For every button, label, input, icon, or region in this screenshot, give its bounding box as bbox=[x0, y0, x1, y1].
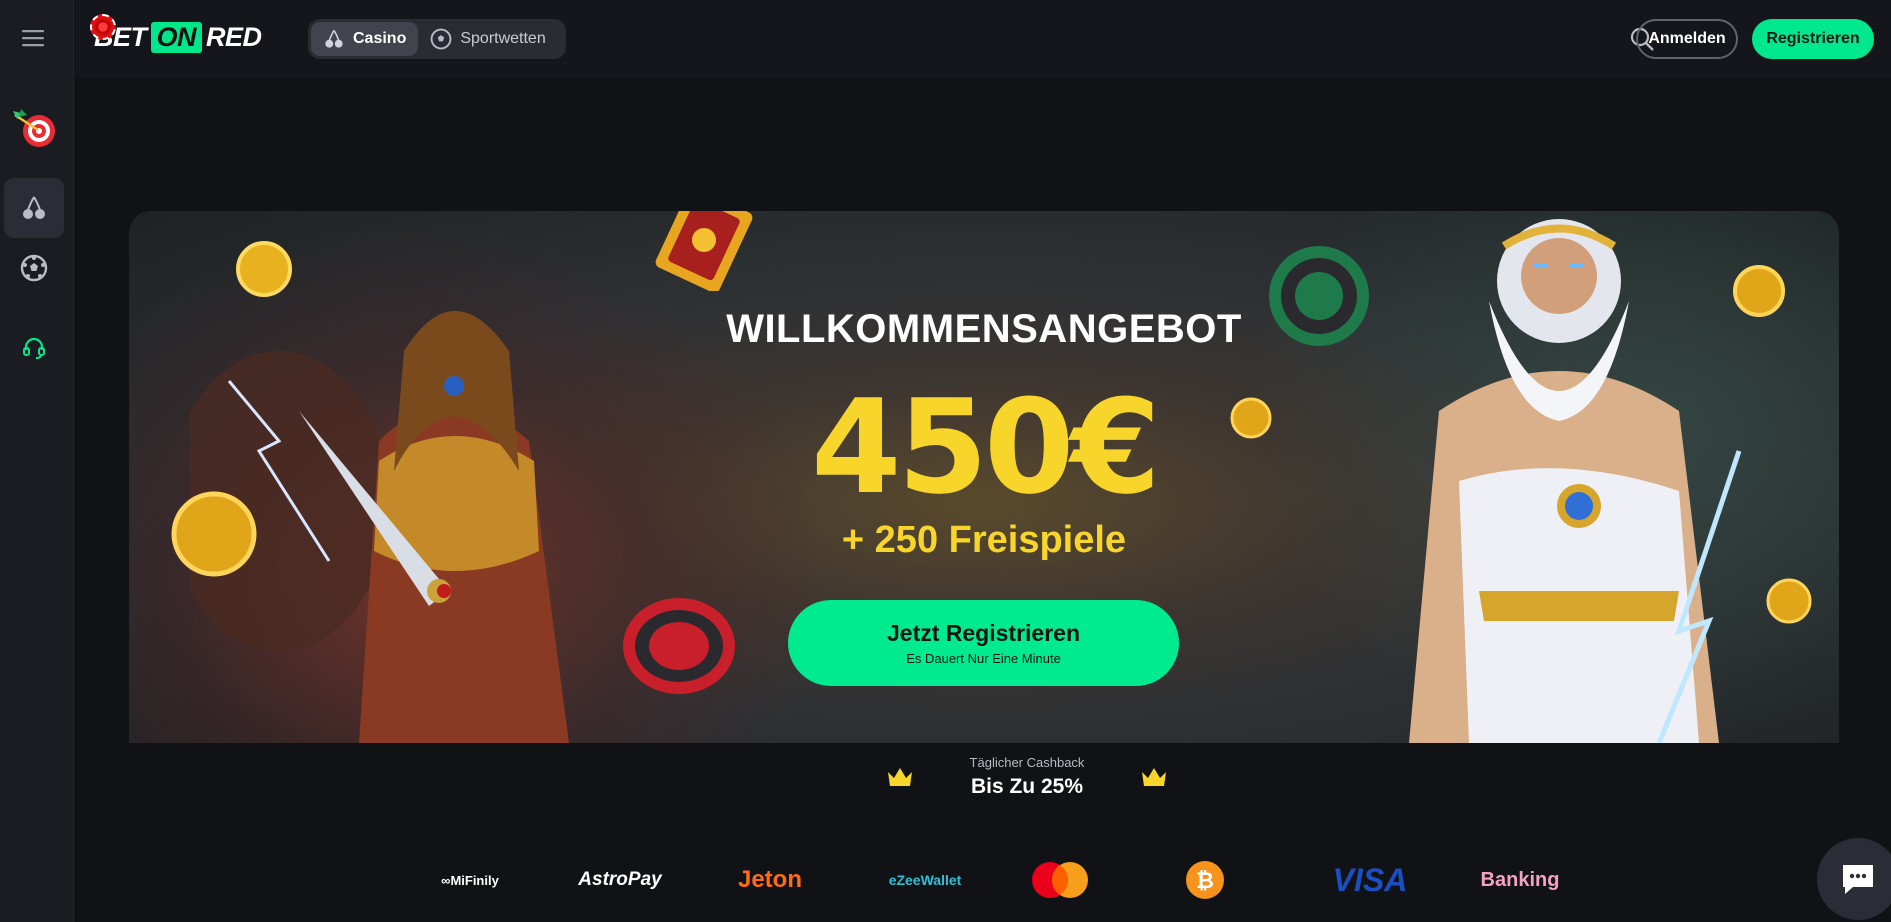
tab-casino-label: Casino bbox=[353, 30, 407, 47]
payment-jeton: Jeton bbox=[737, 866, 802, 893]
payment-mifinity-label: MiFinily bbox=[450, 872, 499, 888]
bitcoin-icon: ₿ bbox=[1186, 861, 1224, 899]
cashback-label: Täglicher Cashback bbox=[969, 755, 1085, 770]
logo-text-red: RED bbox=[206, 21, 262, 52]
gold-coin-icon bbox=[236, 241, 292, 297]
tab-sportwetten-label: Sportwetten bbox=[460, 30, 546, 47]
register-now-label: Jetzt Registrieren bbox=[886, 620, 1080, 646]
soccer-ball-icon bbox=[20, 254, 48, 282]
register-button[interactable]: Registrieren bbox=[1752, 19, 1874, 59]
banner-title: WILLKOMMENSANGEBOT bbox=[726, 307, 1242, 351]
cashback-value: Bis Zu 25% bbox=[970, 775, 1084, 798]
top-bar: BET ON RED Casino Sportwetten Anmelden R… bbox=[74, 0, 1891, 78]
poker-chip-icon bbox=[90, 14, 116, 40]
live-chat-button[interactable] bbox=[1817, 838, 1891, 920]
ticket-icon bbox=[655, 211, 753, 291]
login-button[interactable]: Anmelden bbox=[1636, 19, 1738, 59]
sidebar-item-darts[interactable] bbox=[4, 98, 64, 158]
bonus-amount: 450€ bbox=[811, 371, 1161, 523]
sidebar-item-casino[interactable] bbox=[4, 178, 64, 238]
headset-icon bbox=[23, 337, 45, 359]
payment-methods: ∞ MiFinily AstroPay Jeton eZeeWallet ₿ V… bbox=[380, 855, 1580, 905]
welcome-banner: WILLKOMMENSANGEBOT 450€ + 250 Freispiele… bbox=[129, 211, 1839, 743]
payment-bitcoin: ₿ bbox=[1180, 855, 1230, 905]
tab-sportwetten[interactable]: Sportwetten bbox=[418, 22, 557, 56]
mastercard-icon bbox=[1032, 862, 1088, 898]
payment-banking: Banking bbox=[1480, 868, 1560, 891]
payment-astropay: AstroPay bbox=[578, 869, 662, 890]
free-spins-text: + 250 Freispiele bbox=[841, 519, 1127, 561]
register-now-button[interactable]: Jetzt Registrieren Es Dauert Nur Eine Mi… bbox=[788, 600, 1179, 686]
cherry-icon bbox=[23, 196, 45, 219]
cashback-text: Täglicher Cashback Bis Zu 25% bbox=[970, 755, 1085, 799]
crown-icon bbox=[1142, 768, 1167, 786]
svg-text:₿: ₿ bbox=[1196, 869, 1214, 894]
payment-ezeewallet: eZeeWallet bbox=[888, 872, 962, 888]
soccer-ball-icon bbox=[430, 28, 452, 50]
sidebar bbox=[0, 0, 74, 922]
poker-chip-icon bbox=[623, 598, 735, 694]
dart-target-icon bbox=[13, 109, 55, 147]
menu-icon bbox=[22, 30, 44, 47]
logo-text-on: ON bbox=[150, 21, 202, 53]
crown-icon bbox=[887, 768, 912, 786]
logo[interactable]: BET ON RED bbox=[90, 14, 262, 58]
cherry-icon bbox=[325, 29, 343, 48]
payment-mifinity: ∞ MiFinily bbox=[441, 872, 499, 888]
cashback-strip: Täglicher Cashback Bis Zu 25% bbox=[637, 743, 1417, 811]
register-now-sublabel: Es Dauert Nur Eine Minute bbox=[906, 651, 1061, 666]
sidebar-item-support[interactable] bbox=[4, 318, 64, 378]
menu-button[interactable] bbox=[4, 8, 64, 68]
tab-casino[interactable]: Casino bbox=[311, 22, 419, 56]
chat-bubble-icon bbox=[1843, 865, 1873, 894]
sidebar-item-sports[interactable] bbox=[4, 238, 64, 298]
payment-visa: VISA bbox=[1332, 861, 1408, 898]
payment-mastercard bbox=[1025, 855, 1095, 905]
product-switcher: Casino Sportwetten bbox=[308, 19, 566, 59]
